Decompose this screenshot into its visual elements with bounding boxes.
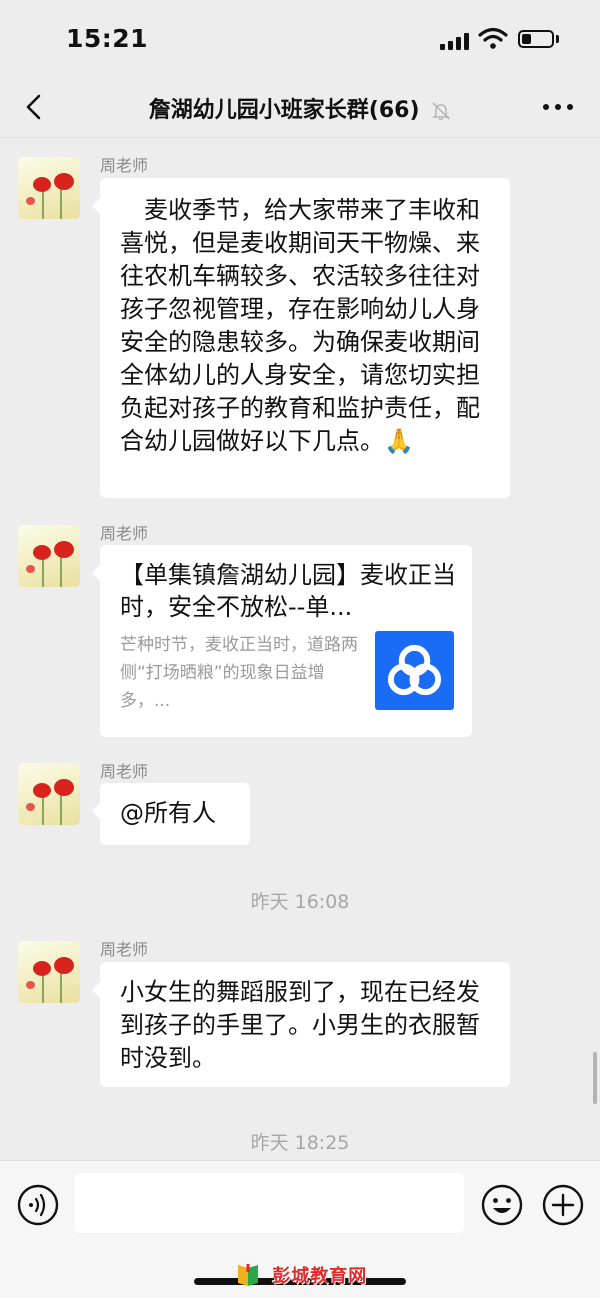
avatar[interactable]	[18, 525, 80, 587]
message-text: @所有人	[120, 799, 216, 827]
signal-icon	[440, 32, 470, 50]
link-card[interactable]: 【单集镇詹湖幼儿园】麦收正当时，安全不放松--单... 芒种时节，麦收正当时，道…	[92, 545, 472, 737]
more-dots-icon[interactable]	[540, 94, 576, 120]
timestamp: 昨天 18:25	[250, 1132, 350, 1154]
timestamp: 昨天 16:08	[250, 891, 350, 913]
watermark-text: 彭城教育网	[272, 1266, 368, 1287]
link-description: 芒种时节，麦收正当时，道路两侧“打场晒粮”的现象日益增多，...	[120, 635, 358, 711]
message-text: 小女生的舞蹈服到了，现在已经发到孩子的手里了。小男生的衣服暂时没到。	[120, 978, 480, 1072]
chat-title-text: 詹湖幼儿园小班家长群(66)	[148, 98, 420, 123]
message-bubble[interactable]: 麦收季节，给大家带来了丰收和喜悦，但是麦收期间天干物燥、来往农机车辆较多、农活较…	[92, 178, 510, 498]
message-text: 麦收季节，给大家带来了丰收和喜悦，但是麦收期间天干物燥、来往农机车辆较多、农活较…	[120, 196, 480, 455]
message-input[interactable]	[74, 1173, 464, 1233]
book-logo-icon	[238, 1264, 258, 1286]
avatar[interactable]	[18, 763, 80, 825]
message-bubble[interactable]: @所有人	[92, 783, 250, 845]
app-logo-icon	[375, 631, 454, 710]
status-bar: 15:21	[0, 0, 600, 80]
sender-name: 周老师	[100, 762, 149, 781]
battery-icon	[518, 30, 554, 48]
status-time: 15:21	[66, 24, 149, 53]
bell-off-icon	[432, 102, 451, 121]
wifi-icon	[478, 27, 508, 49]
sender-name: 周老师	[100, 524, 149, 543]
plus-icon[interactable]	[541, 1183, 585, 1227]
chat-title: 詹湖幼儿园小班家长群(66)	[0, 92, 600, 124]
message-bubble[interactable]: 小女生的舞蹈服到了，现在已经发到孩子的手里了。小男生的衣服暂时没到。	[92, 962, 510, 1087]
sender-name: 周老师	[100, 940, 149, 959]
emoji-icon[interactable]	[480, 1183, 524, 1227]
avatar[interactable]	[18, 157, 80, 219]
scrollbar[interactable]	[593, 1052, 597, 1104]
link-title: 【单集镇詹湖幼儿园】麦收正当时，安全不放松--单...	[120, 561, 456, 621]
chat-header: 詹湖幼儿园小班家长群(66)	[0, 80, 600, 138]
watermark: 彭城教育网	[235, 1262, 367, 1292]
avatar[interactable]	[18, 941, 80, 1003]
sender-name: 周老师	[100, 156, 149, 175]
battery-cap	[556, 35, 559, 43]
voice-icon[interactable]	[16, 1183, 60, 1227]
